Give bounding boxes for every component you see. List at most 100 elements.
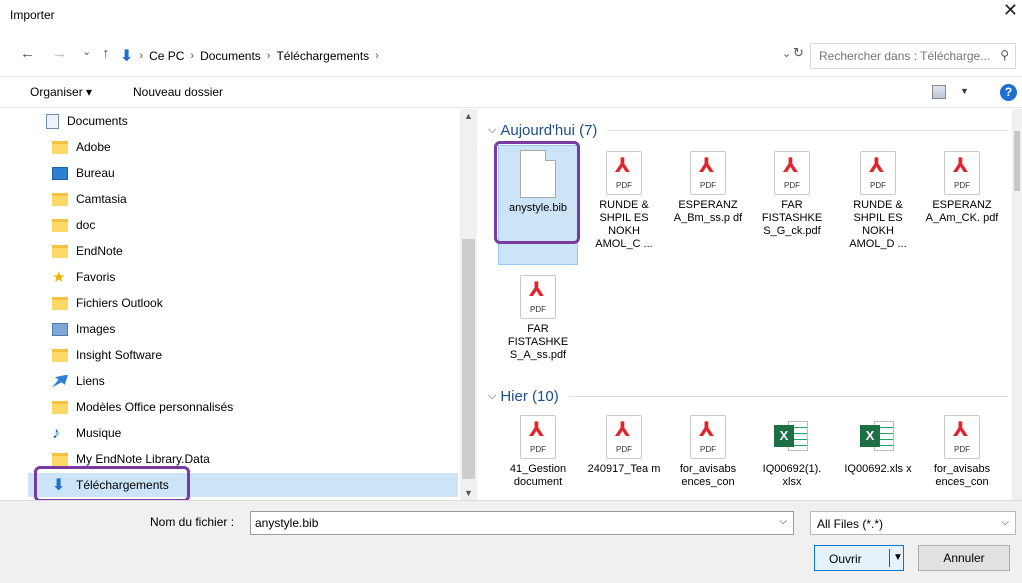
sidebar-item-doc[interactable]: doc	[28, 213, 458, 237]
excel-icon: X	[860, 415, 896, 459]
folder-icon	[52, 192, 68, 206]
breadcrumb-separator: ›	[266, 50, 271, 62]
file-name: IQ00692(1). xlsx	[762, 463, 822, 488]
pdf-icon: ⅄ PDF	[520, 415, 556, 459]
scroll-up-icon[interactable]: ▲	[464, 111, 473, 121]
sidebar-item-label: Camtasia	[76, 192, 127, 206]
sidebar-item-favoris[interactable]: ★ Favoris	[28, 265, 458, 289]
group-header-yesterday[interactable]: ⌵ Hier (10)	[488, 385, 1008, 407]
sidebar-item-images[interactable]: Images	[28, 317, 458, 341]
chevron-down-icon[interactable]: ▼	[960, 86, 969, 96]
group-title: Aujourd'hui (7)	[500, 121, 598, 139]
cancel-button[interactable]: Annuler	[918, 545, 1010, 571]
pdf-icon: ⅄ PDF	[944, 415, 980, 459]
excel-icon: X	[774, 415, 810, 459]
file-item[interactable]: ⅄ PDF for_avisabs ences_con	[922, 409, 1002, 500]
refresh-icon[interactable]: ↻	[793, 45, 804, 61]
content-scrollbar[interactable]	[1012, 109, 1022, 500]
search-box[interactable]: ⚲	[810, 43, 1016, 69]
sidebar-item-camtasia[interactable]: Camtasia	[28, 187, 458, 211]
close-icon[interactable]: ✕	[1003, 0, 1018, 21]
breadcrumb-separator: ›	[139, 50, 144, 62]
sidebar-item-documents[interactable]: Documents	[28, 109, 458, 133]
sidebar-scrollbar[interactable]: ▲ ▼	[460, 109, 477, 500]
sidebar-item-label: Favoris	[76, 270, 116, 284]
sidebar-item-label: Modèles Office personnalisés	[76, 400, 234, 414]
sidebar-item-insight-software[interactable]: Insight Software	[28, 343, 458, 367]
filetype-select[interactable]: All Files (*.*) ⌵	[810, 511, 1016, 535]
breadcrumb[interactable]: ⬇ › Ce PC › Documents › Téléchargements …	[120, 43, 798, 69]
file-item[interactable]: X IQ00692.xls x	[838, 409, 918, 500]
sidebar-item-label: EndNote	[76, 244, 123, 258]
star-icon: ★	[52, 268, 66, 286]
help-icon[interactable]: ?	[1000, 84, 1017, 101]
up-arrow-icon[interactable]: ↑	[102, 45, 110, 62]
file-item[interactable]: ⅄ PDF FAR FISTASHKE S_G_ck.pdf	[752, 145, 832, 265]
folder-icon	[52, 218, 68, 232]
sidebar-item-fichiers-outlook[interactable]: Fichiers Outlook	[28, 291, 458, 315]
file-name: 41_Gestion document	[509, 463, 567, 488]
sidebar-item-modeles-office[interactable]: Modèles Office personnalisés	[28, 395, 458, 419]
forward-arrow-icon[interactable]: →	[52, 45, 67, 62]
pdf-icon: ⅄ PDF	[774, 151, 810, 195]
file-item[interactable]: ⅄ PDF 240917_Tea m	[584, 409, 664, 500]
organize-button[interactable]: Organiser ▾	[30, 85, 92, 99]
breadcrumb-item[interactable]: Documents	[200, 49, 261, 63]
file-item[interactable]: ⅄ PDF ESPERANZ A_Bm_ss.p df	[668, 145, 748, 265]
file-item[interactable]: X IQ00692(1). xlsx	[752, 409, 832, 500]
filename-label: Nom du fichier :	[150, 515, 235, 529]
search-input[interactable]	[811, 44, 991, 68]
sidebar-item-adobe[interactable]: Adobe	[28, 135, 458, 159]
folder-icon	[52, 296, 68, 310]
sidebar-item-label: My EndNote Library.Data	[76, 452, 210, 466]
breadcrumb-item[interactable]: Téléchargements	[276, 49, 369, 63]
chevron-down-icon[interactable]: ⌵	[488, 390, 496, 403]
open-button-label: Ouvrir	[829, 552, 862, 566]
sidebar-item-liens[interactable]: Liens	[28, 369, 458, 393]
search-icon[interactable]: ⚲	[1000, 48, 1009, 62]
download-icon: ⬇	[120, 47, 134, 65]
scroll-down-icon[interactable]: ▼	[464, 488, 473, 498]
file-item[interactable]: ⅄ PDF RUNDE & SHPIL ES NOKH AMOL_D ...	[838, 145, 918, 265]
open-button[interactable]: Ouvrir ▼	[814, 545, 904, 571]
sidebar-item-telechargements[interactable]: ⬇ Téléchargements	[28, 473, 458, 497]
file-item[interactable]: ⅄ PDF for_avisabs ences_con	[668, 409, 748, 500]
back-arrow-icon[interactable]: ←	[20, 45, 35, 62]
sidebar-item-endnote-library[interactable]: My EndNote Library.Data	[28, 447, 458, 471]
title-bar: Importer ✕	[0, 0, 1022, 34]
file-item[interactable]: ⅄ PDF FAR FISTASHKE S_A_ss.pdf	[498, 269, 578, 389]
chevron-down-icon[interactable]: ⌵	[1001, 517, 1009, 528]
filetype-value: All Files (*.*)	[817, 517, 884, 531]
file-item[interactable]: ⅄ PDF RUNDE & SHPIL ES NOKH AMOL_C ...	[584, 145, 664, 265]
sidebar-item-endnote[interactable]: EndNote	[28, 239, 458, 263]
recent-locations-icon[interactable]: ⌄	[82, 45, 91, 58]
chevron-down-icon[interactable]: ⌵	[779, 516, 787, 527]
file-name: for_avisabs ences_con	[679, 463, 737, 488]
scrollbar-thumb[interactable]	[462, 239, 475, 479]
folder-icon	[52, 452, 68, 466]
sidebar-item-musique[interactable]: ♪ Musique	[28, 421, 458, 445]
new-folder-button[interactable]: Nouveau dossier	[133, 85, 223, 99]
sidebar-item-bureau[interactable]: Bureau	[28, 161, 458, 185]
filename-input[interactable]	[251, 512, 761, 534]
file-item[interactable]: anystyle.bib	[498, 145, 578, 265]
file-item[interactable]: ⅄ PDF 41_Gestion document	[498, 409, 578, 500]
file-list: ⌵ Aujourd'hui (7) anystyle.bib ⅄ PDF RUND…	[482, 109, 1014, 500]
chevron-down-icon[interactable]: ⌵	[488, 124, 496, 137]
download-icon: ⬇	[52, 476, 66, 494]
view-options-icon[interactable]	[932, 85, 946, 99]
path-dropdown-icon[interactable]: ⌄	[782, 47, 791, 60]
group-header-today[interactable]: ⌵ Aujourd'hui (7)	[488, 119, 1008, 141]
breadcrumb-separator: ›	[375, 50, 379, 62]
scrollbar-thumb[interactable]	[1014, 131, 1020, 191]
pdf-icon: ⅄ PDF	[944, 151, 980, 195]
filename-field[interactable]: ⌵	[250, 511, 794, 535]
sidebar-item-label: Musique	[76, 426, 122, 440]
sidebar-item-label: Insight Software	[76, 348, 163, 362]
desktop-icon	[52, 166, 68, 180]
file-name: anystyle.bib	[508, 202, 568, 214]
file-item[interactable]: ⅄ PDF ESPERANZ A_Am_CK. pdf	[922, 145, 1002, 265]
breadcrumb-item[interactable]: Ce PC	[149, 49, 184, 63]
open-options-icon[interactable]: ▼	[893, 552, 903, 563]
sidebar-item-label: Images	[76, 322, 116, 336]
